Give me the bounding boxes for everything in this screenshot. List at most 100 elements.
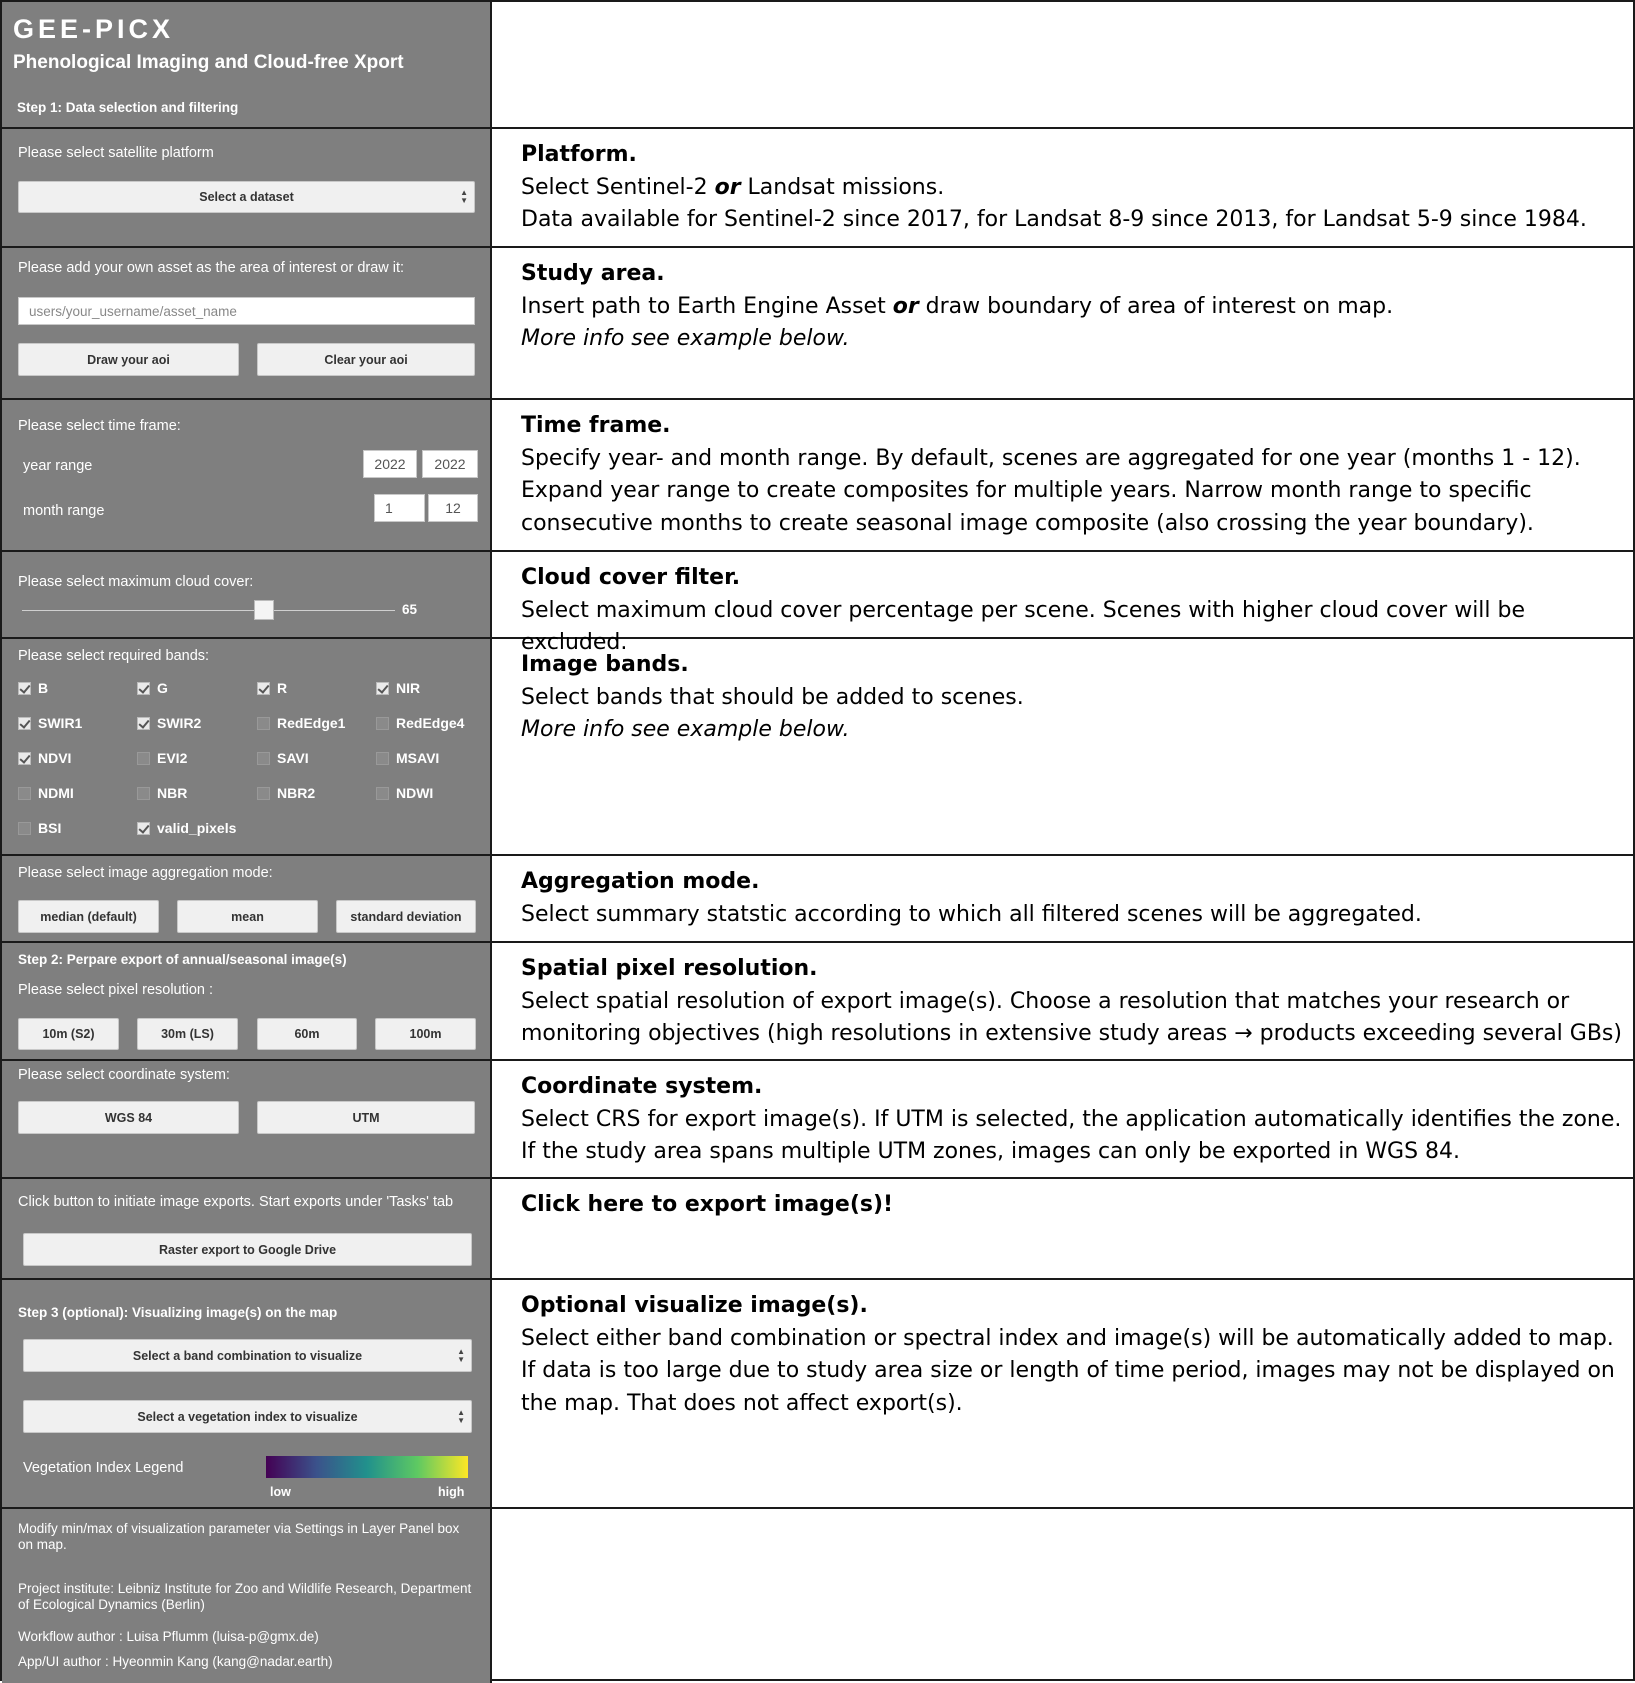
res-30m-button[interactable]: 30m (LS) xyxy=(137,1018,238,1050)
checkbox-unchecked-icon[interactable] xyxy=(137,751,150,765)
draw-aoi-button[interactable]: Draw your aoi xyxy=(18,343,239,376)
checkbox-checked-icon[interactable] xyxy=(137,716,150,730)
wgs84-button[interactable]: WGS 84 xyxy=(18,1101,239,1134)
crs-help-line2: If the study area spans multiple UTM zon… xyxy=(521,1139,1461,1164)
band-checkbox-nbr2[interactable]: NBR2 xyxy=(257,785,315,801)
export-panel: Click button to initiate image exports. … xyxy=(2,1179,492,1278)
bands-help-line1: Select bands that should be added to sce… xyxy=(521,684,1024,710)
footer-row: Modify min/max of visualization paramete… xyxy=(2,1509,1635,1683)
cloud-slider-handle[interactable] xyxy=(254,600,275,620)
res-10m-button[interactable]: 10m (S2) xyxy=(18,1018,119,1050)
band-checkbox-nir[interactable]: NIR xyxy=(376,680,420,696)
band-checkbox-r[interactable]: R xyxy=(257,680,287,696)
band-checkbox-rededge1[interactable]: RedEdge1 xyxy=(257,715,345,731)
visualize-help-line1: Select either band combination or spectr… xyxy=(521,1325,1614,1351)
time-frame-help: Time frame. Specify year- and month rang… xyxy=(493,400,1635,550)
band-checkbox-valid_pixels[interactable]: valid_pixels xyxy=(137,820,236,836)
band-checkbox-msavi[interactable]: MSAVI xyxy=(376,750,439,766)
cloud-cover-row: Please select maximum cloud cover: 65 Cl… xyxy=(2,552,1635,655)
checkbox-unchecked-icon[interactable] xyxy=(18,821,31,835)
utm-button[interactable]: UTM xyxy=(257,1101,475,1134)
month-start-input[interactable]: 1 xyxy=(374,494,425,522)
month-end-input[interactable]: 12 xyxy=(428,494,478,522)
checkbox-unchecked-icon[interactable] xyxy=(376,786,389,800)
checkbox-checked-icon[interactable] xyxy=(257,681,270,695)
band-checkbox-evi2[interactable]: EVI2 xyxy=(137,750,187,766)
checkbox-checked-icon[interactable] xyxy=(137,681,150,695)
band-checkbox-ndmi[interactable]: NDMI xyxy=(18,785,74,801)
band-checkbox-nbr[interactable]: NBR xyxy=(137,785,187,801)
vegetation-index-select[interactable]: Select a vegetation index to visualize ▲… xyxy=(23,1400,472,1433)
crs-help-title: Coordinate system. xyxy=(521,1074,763,1099)
band-checkbox-g[interactable]: G xyxy=(137,680,168,696)
month-range-label: month range xyxy=(23,503,105,519)
time-frame-help-line3: consecutive months to create seasonal im… xyxy=(521,510,1534,536)
band-label: RedEdge1 xyxy=(277,715,346,731)
aggregation-label: Please select image aggregation mode: xyxy=(18,865,273,881)
median-button[interactable]: median (default) xyxy=(18,900,159,933)
year-end-input[interactable]: 2022 xyxy=(422,450,478,478)
mean-button[interactable]: mean xyxy=(177,900,318,933)
legend-low-label: low xyxy=(270,1485,291,1499)
time-frame-row: Please select time frame: year range 202… xyxy=(2,400,1635,552)
asset-path-input[interactable]: users/your_username/asset_name xyxy=(18,297,475,325)
checkbox-checked-icon[interactable] xyxy=(18,751,31,765)
band-checkbox-swir2[interactable]: SWIR2 xyxy=(137,715,201,731)
band-checkbox-b[interactable]: B xyxy=(18,680,48,696)
cloud-slider-track[interactable] xyxy=(22,610,395,611)
platform-help: Platform. Select Sentinel-2 or Landsat m… xyxy=(493,129,1635,246)
band-checkbox-ndwi[interactable]: NDWI xyxy=(376,785,433,801)
aggregation-row: Please select image aggregation mode: me… xyxy=(2,856,1635,943)
cloud-cover-label: Please select maximum cloud cover: xyxy=(18,574,254,590)
legend-high-label: high xyxy=(438,1485,465,1499)
res-60m-button[interactable]: 60m xyxy=(257,1018,357,1050)
bands-help-title: Image bands. xyxy=(521,652,689,677)
footer-panel: Modify min/max of visualization paramete… xyxy=(2,1509,492,1683)
res-100m-button[interactable]: 100m xyxy=(375,1018,476,1050)
checkbox-checked-icon[interactable] xyxy=(376,681,389,695)
crs-help: Coordinate system. Select CRS for export… xyxy=(493,1061,1635,1177)
checkbox-unchecked-icon[interactable] xyxy=(257,751,270,765)
band-combination-select[interactable]: Select a band combination to visualize ▲… xyxy=(23,1339,472,1372)
visualize-panel: Step 3 (optional): Visualizing image(s) … xyxy=(2,1280,492,1507)
footer-app-author: App/UI author : Hyeonmin Kang (kang@nada… xyxy=(18,1654,333,1669)
band-label: BSI xyxy=(38,820,62,836)
step2-heading: Step 2: Perpare export of annual/seasona… xyxy=(18,952,347,967)
checkbox-checked-icon[interactable] xyxy=(18,716,31,730)
dataset-select[interactable]: Select a dataset ▲ ▼ xyxy=(18,181,475,213)
select-arrows-icon: ▲ ▼ xyxy=(460,188,468,205)
checkbox-checked-icon[interactable] xyxy=(137,821,150,835)
raster-export-button[interactable]: Raster export to Google Drive xyxy=(23,1233,472,1266)
band-checkbox-bsi[interactable]: BSI xyxy=(18,820,61,836)
band-checkbox-savi[interactable]: SAVI xyxy=(257,750,309,766)
resolution-row: Step 2: Perpare export of annual/seasona… xyxy=(2,943,1635,1061)
visualize-help-line2: If data is too large due to study area s… xyxy=(521,1358,1615,1383)
band-checkbox-swir1[interactable]: SWIR1 xyxy=(18,715,82,731)
aggregation-panel: Please select image aggregation mode: me… xyxy=(2,856,492,941)
crs-label: Please select coordinate system: xyxy=(18,1067,230,1083)
checkbox-unchecked-icon[interactable] xyxy=(257,716,270,730)
band-label: MSAVI xyxy=(396,750,440,766)
std-deviation-button[interactable]: standard deviation xyxy=(336,900,476,933)
resolution-help: Spatial pixel resolution. Select spatial… xyxy=(493,943,1635,1059)
band-label: SAVI xyxy=(277,750,309,766)
legend-label: Vegetation Index Legend xyxy=(23,1460,184,1476)
footer-note: Modify min/max of visualization paramete… xyxy=(18,1521,460,1552)
checkbox-unchecked-icon[interactable] xyxy=(18,786,31,800)
checkbox-unchecked-icon[interactable] xyxy=(376,751,389,765)
bands-label: Please select required bands: xyxy=(18,648,210,664)
checkbox-unchecked-icon[interactable] xyxy=(376,716,389,730)
visualize-help-line3: the map. That does not affect export(s). xyxy=(521,1390,963,1416)
clear-aoi-button[interactable]: Clear your aoi xyxy=(257,343,475,376)
year-start-input[interactable]: 2022 xyxy=(363,450,417,478)
checkbox-unchecked-icon[interactable] xyxy=(137,786,150,800)
bands-help-line2: More info see example below. xyxy=(521,717,850,742)
checkbox-unchecked-icon[interactable] xyxy=(257,786,270,800)
header-row: GEE-PICX Phenological Imaging and Cloud-… xyxy=(2,2,1635,129)
checkbox-checked-icon[interactable] xyxy=(18,681,31,695)
aggregation-help-title: Aggregation mode. xyxy=(521,869,760,894)
band-checkbox-rededge4[interactable]: RedEdge4 xyxy=(376,715,464,731)
band-checkbox-ndvi[interactable]: NDVI xyxy=(18,750,71,766)
app-subtitle: Phenological Imaging and Cloud-free Xpor… xyxy=(13,52,404,73)
study-area-help-title: Study area. xyxy=(521,261,665,286)
